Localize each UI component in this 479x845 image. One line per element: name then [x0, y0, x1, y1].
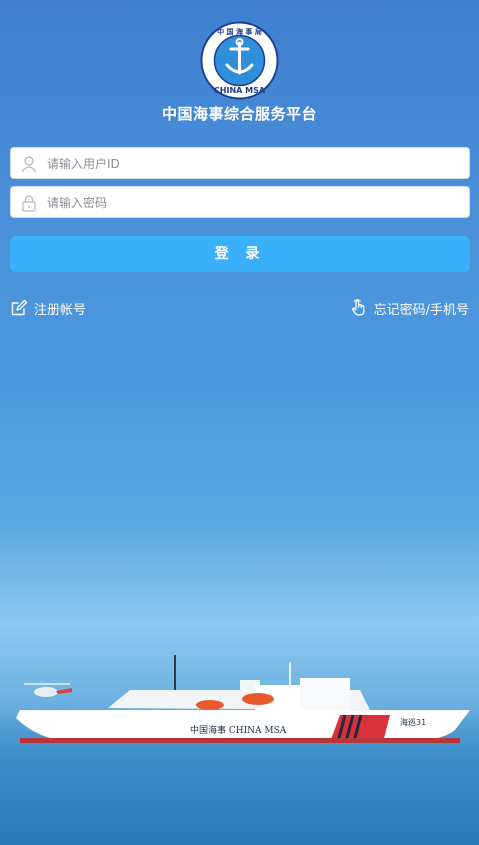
user-icon	[20, 155, 38, 173]
register-link[interactable]: 注册帐号	[10, 298, 86, 318]
login-button[interactable]: 登 录	[10, 236, 470, 272]
ship-hull-text: 中国海事 CHINA MSA	[190, 724, 287, 736]
ship-hull-number: 海巡31	[400, 717, 426, 727]
msa-logo: 中 国 海 事 局 CHINA MSA	[200, 21, 279, 100]
password-input[interactable]	[45, 187, 459, 219]
user-id-field[interactable]	[10, 147, 470, 180]
helicopter-icon	[24, 683, 72, 697]
pointer-hand-icon	[351, 299, 365, 316]
password-field[interactable]	[10, 186, 470, 219]
logo-bottom-text: CHINA MSA	[214, 86, 266, 95]
register-label: 注册帐号	[34, 302, 87, 318]
patrol-ship-image: 中国海事 CHINA MSA 海巡31	[0, 650, 479, 760]
user-id-input[interactable]	[45, 148, 459, 180]
forgot-label: 忘记密码/手机号	[373, 302, 469, 318]
logo-top-text: 中 国 海 事 局	[217, 27, 262, 36]
edit-icon	[11, 299, 28, 316]
forgot-password-link[interactable]: 忘记密码/手机号	[350, 298, 469, 318]
lock-icon	[20, 194, 38, 212]
app-title: 中国海事综合服务平台	[161, 105, 317, 123]
